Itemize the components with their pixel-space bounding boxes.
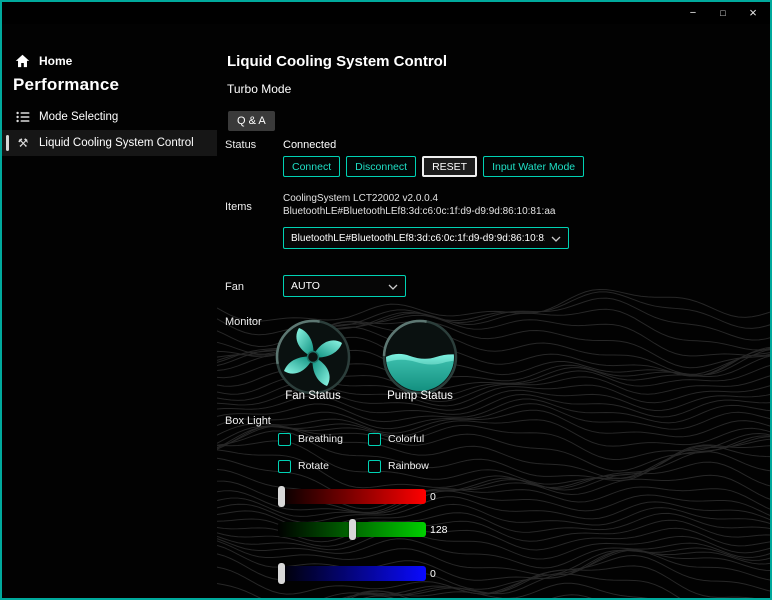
box-light-label: Box Light (225, 415, 271, 427)
fan-mode-value: AUTO (291, 280, 320, 292)
checkbox-label: Breathing (298, 433, 343, 445)
slider-track[interactable] (278, 489, 426, 504)
monitor-label: Monitor (225, 316, 262, 328)
device-info-line1: CoolingSystem LCT22002 v2.0.0.4 (283, 193, 439, 204)
sidebar-item-label: Mode Selecting (39, 111, 119, 123)
slider-handle[interactable] (348, 519, 356, 540)
slider-track[interactable] (278, 566, 426, 581)
sidebar-item-mode-selecting[interactable]: Mode Selecting (2, 104, 217, 130)
green-slider[interactable]: 128 (278, 519, 448, 540)
device-select[interactable]: BluetoothLE#BluetoothLEf8:3d:c6:0c:1f:d9… (283, 227, 569, 249)
sidebar-home-label: Home (39, 54, 73, 68)
reset-button[interactable]: RESET (422, 156, 478, 177)
close-icon[interactable]: × (738, 3, 768, 22)
connection-buttons: Connect Disconnect RESET Input Water Mod… (283, 156, 585, 177)
device-select-value: BluetoothLE#BluetoothLEf8:3d:c6:0c:1f:d9… (291, 232, 545, 244)
checkbox-icon (368, 432, 381, 446)
sidebar: Home Performance Mode Selecting ⚒ Liquid… (2, 24, 217, 598)
checkbox-icon (278, 459, 291, 473)
red-slider[interactable]: 0 (278, 486, 436, 507)
page-subtitle: Turbo Mode (227, 82, 292, 96)
device-info: CoolingSystem LCT22002 v2.0.0.4 Bluetoot… (283, 192, 555, 218)
sidebar-item-liquid-cooling[interactable]: ⚒ Liquid Cooling System Control (2, 130, 217, 156)
tools-icon: ⚒ (17, 136, 29, 150)
status-value: Connected (283, 139, 337, 151)
sidebar-section-performance: Performance (13, 75, 120, 94)
list-icon (15, 111, 31, 123)
checkbox-colorful[interactable]: Colorful (368, 432, 424, 446)
checkbox-label: Colorful (388, 433, 425, 445)
chevron-down-icon (388, 277, 398, 295)
sidebar-item-label: Liquid Cooling System Control (39, 137, 194, 149)
blue-slider[interactable]: 0 (278, 563, 436, 584)
main-content: Liquid Cooling System Control Turbo Mode… (217, 24, 770, 598)
blue-slider-value: 0 (430, 568, 436, 580)
checkbox-label: Rotate (298, 460, 329, 472)
checkbox-breathing[interactable]: Breathing (278, 432, 343, 446)
chevron-down-icon (551, 229, 561, 247)
checkbox-icon (278, 432, 291, 446)
input-water-mode-button[interactable]: Input Water Mode (483, 156, 585, 177)
checkbox-label: Rainbow (388, 460, 429, 472)
pump-status-gauge (380, 317, 460, 397)
app-window: − □ × Home Performance Mode Selecting ⚒ … (0, 0, 772, 600)
fan-status-gauge (273, 317, 353, 397)
green-slider-value: 128 (430, 524, 448, 536)
slider-handle[interactable] (278, 486, 285, 507)
fan-status-gauge-label: Fan Status (285, 390, 341, 402)
titlebar: − □ × (2, 2, 770, 24)
page-title: Liquid Cooling System Control (227, 53, 447, 70)
qa-button[interactable]: Q & A (228, 111, 275, 131)
checkbox-rotate[interactable]: Rotate (278, 459, 329, 473)
slider-handle[interactable] (278, 563, 285, 584)
sidebar-item-home[interactable]: Home (14, 50, 72, 72)
pump-status-gauge-label: Pump Status (387, 390, 453, 402)
fan-label: Fan (225, 281, 244, 293)
checkbox-icon (368, 459, 381, 473)
selected-indicator (6, 135, 9, 151)
device-info-line2: BluetoothLE#BluetoothLEf8:3d:c6:0c:1f:d9… (283, 206, 556, 217)
maximize-icon[interactable]: □ (708, 3, 738, 22)
fan-mode-select[interactable]: AUTO (283, 275, 406, 297)
minimize-icon[interactable]: − (678, 3, 708, 22)
red-slider-value: 0 (430, 491, 436, 503)
window-controls: − □ × (678, 3, 768, 22)
checkbox-rainbow[interactable]: Rainbow (368, 459, 429, 473)
status-label: Status (225, 139, 257, 151)
disconnect-button[interactable]: Disconnect (346, 156, 417, 177)
home-icon (14, 54, 30, 68)
connect-button[interactable]: Connect (283, 156, 341, 177)
items-label: Items (225, 201, 252, 213)
